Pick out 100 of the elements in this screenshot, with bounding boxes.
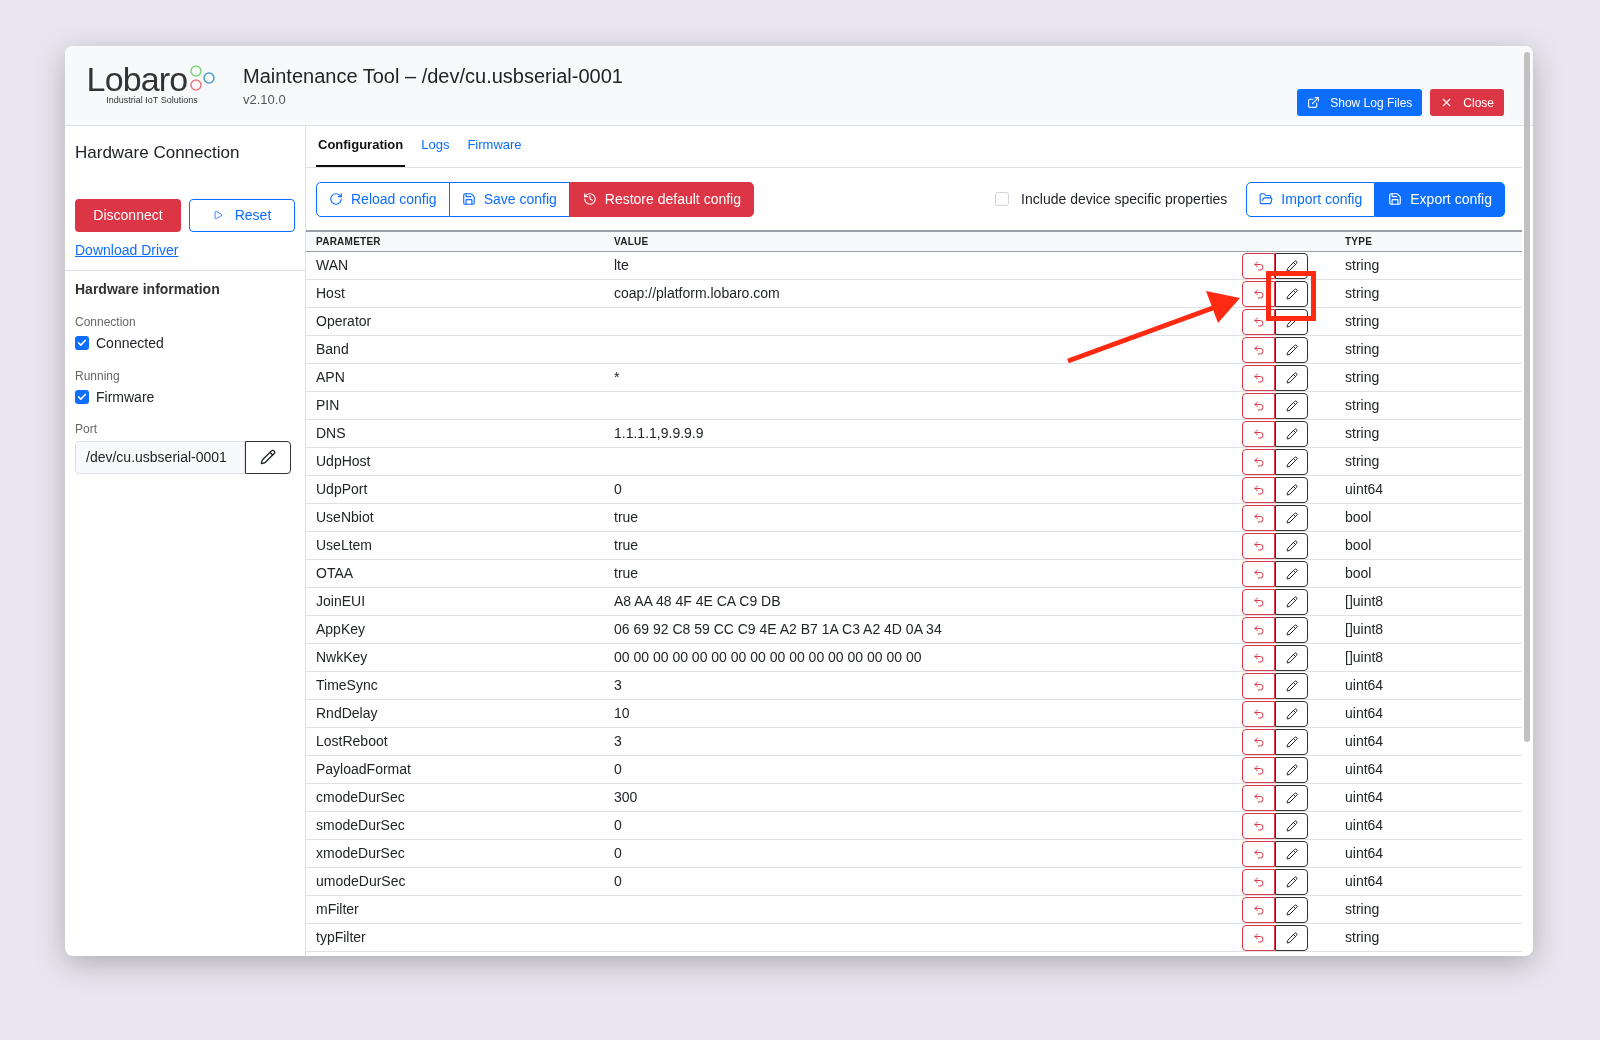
undo-button[interactable] — [1242, 784, 1275, 811]
edit-button[interactable] — [1275, 392, 1308, 419]
edit-button[interactable] — [1275, 840, 1308, 867]
checkbox[interactable] — [75, 336, 89, 350]
edit-button[interactable] — [1275, 308, 1308, 335]
tab[interactable]: Configuration — [316, 125, 406, 167]
type-cell-text: uint64 — [1344, 760, 1384, 779]
external-link-icon — [1307, 96, 1321, 109]
undo-button[interactable] — [1242, 896, 1275, 923]
value-cell-text: true — [613, 536, 640, 555]
value-cell-text: 0 — [613, 816, 623, 835]
edit-button[interactable] — [1275, 504, 1308, 531]
pencil-icon — [1285, 539, 1298, 552]
parameter-cell-text: DNS — [315, 424, 347, 443]
pencil-icon — [1285, 567, 1298, 580]
edit-button[interactable] — [1275, 336, 1308, 363]
save-config-button[interactable]: Save config — [449, 181, 570, 217]
edit-button[interactable] — [1275, 644, 1308, 671]
type-cell-text: string — [1344, 284, 1380, 303]
edit-button[interactable] — [1275, 896, 1308, 923]
type-cell-text: uint64 — [1344, 872, 1384, 891]
edit-button[interactable] — [1275, 280, 1308, 307]
checkbox[interactable] — [995, 192, 1010, 206]
edit-button[interactable] — [1275, 560, 1308, 587]
undo-button[interactable] — [1242, 392, 1275, 419]
pencil-icon — [1285, 651, 1298, 664]
edit-button[interactable] — [1275, 812, 1308, 839]
undo-button[interactable] — [1242, 728, 1275, 755]
edit-button[interactable] — [1275, 364, 1308, 391]
edit-button[interactable] — [1275, 252, 1308, 279]
type-cell-text: string — [1344, 340, 1380, 359]
close-button[interactable]: Close — [1430, 89, 1504, 116]
pencil-icon — [1285, 791, 1298, 804]
undo-icon — [1252, 931, 1265, 944]
undo-button[interactable] — [1242, 532, 1275, 559]
pencil-icon — [1285, 819, 1298, 832]
tab[interactable]: Firmware — [465, 125, 524, 167]
edit-button[interactable] — [1275, 756, 1308, 783]
undo-button[interactable] — [1242, 644, 1275, 671]
value-cell-text: 10 — [613, 704, 631, 723]
show-log-files-button[interactable]: Show Log Files — [1297, 89, 1423, 116]
undo-button[interactable] — [1242, 868, 1275, 895]
edit-button[interactable] — [1275, 588, 1308, 615]
undo-button[interactable] — [1242, 672, 1275, 699]
type-cell-text: string — [1344, 256, 1380, 275]
undo-button[interactable] — [1242, 448, 1275, 475]
undo-icon — [1252, 343, 1265, 356]
undo-button[interactable] — [1242, 504, 1275, 531]
parameter-cell-text: UdpHost — [315, 452, 372, 471]
export-config-button[interactable]: Export config — [1375, 181, 1505, 217]
undo-button[interactable] — [1242, 476, 1275, 503]
column-header: PARAMETER — [315, 235, 382, 249]
import-config-button[interactable]: Import config — [1246, 181, 1376, 217]
port-input-field[interactable]: /dev/cu.usbserial-0001 — [75, 440, 245, 474]
value-cell-text: * — [613, 368, 621, 387]
undo-button[interactable] — [1242, 560, 1275, 587]
parameter-cell-text: LostReboot — [315, 732, 389, 751]
type-cell-text: bool — [1344, 536, 1372, 555]
undo-button[interactable] — [1242, 252, 1275, 279]
edit-button[interactable] — [1275, 532, 1308, 559]
undo-button[interactable] — [1242, 336, 1275, 363]
undo-icon — [1252, 707, 1265, 720]
undo-button[interactable] — [1242, 364, 1275, 391]
undo-button[interactable] — [1242, 756, 1275, 783]
undo-button[interactable] — [1242, 280, 1275, 307]
download-driver-link[interactable]: Download Driver — [75, 239, 179, 261]
reload-config-button[interactable]: Reload config — [316, 181, 450, 217]
edit-button[interactable] — [1275, 476, 1308, 503]
undo-button[interactable] — [1242, 924, 1275, 951]
value-cell-text: 06 69 92 C8 59 CC C9 4E A2 B7 1A C3 A2 4D 0A 34 — [613, 620, 943, 639]
edit-button[interactable] — [1275, 700, 1308, 727]
undo-button[interactable] — [1242, 308, 1275, 335]
edit-button[interactable] — [1275, 924, 1308, 951]
undo-button[interactable] — [1242, 588, 1275, 615]
tab[interactable]: Logs — [419, 125, 452, 167]
edit-button[interactable] — [1275, 448, 1308, 475]
type-cell-text: []uint8 — [1344, 648, 1384, 667]
disconnect-button[interactable]: Disconnect — [75, 198, 181, 232]
undo-button[interactable] — [1242, 420, 1275, 447]
edit-button[interactable] — [1275, 728, 1308, 755]
edit-button[interactable] — [1275, 784, 1308, 811]
edit-button[interactable] — [1275, 420, 1308, 447]
edit-port-button[interactable] — [245, 440, 291, 474]
field-caption: Connection — [75, 313, 137, 331]
edit-button[interactable] — [1275, 672, 1308, 699]
parameter-cell-text: xmodeDurSec — [315, 844, 406, 863]
pencil-icon — [1285, 511, 1298, 524]
checkbox[interactable] — [75, 390, 89, 404]
value-cell-text: true — [613, 564, 640, 583]
undo-button[interactable] — [1242, 840, 1275, 867]
edit-button[interactable] — [1275, 868, 1308, 895]
reset-button[interactable]: Reset — [189, 198, 295, 232]
parameter-cell-text: APN — [315, 368, 346, 387]
edit-button[interactable] — [1275, 616, 1308, 643]
undo-button[interactable] — [1242, 616, 1275, 643]
restore-config-button[interactable]: Restore default config — [569, 181, 754, 217]
highlight-box — [1266, 271, 1316, 321]
undo-icon — [1252, 455, 1265, 468]
undo-button[interactable] — [1242, 700, 1275, 727]
undo-button[interactable] — [1242, 812, 1275, 839]
